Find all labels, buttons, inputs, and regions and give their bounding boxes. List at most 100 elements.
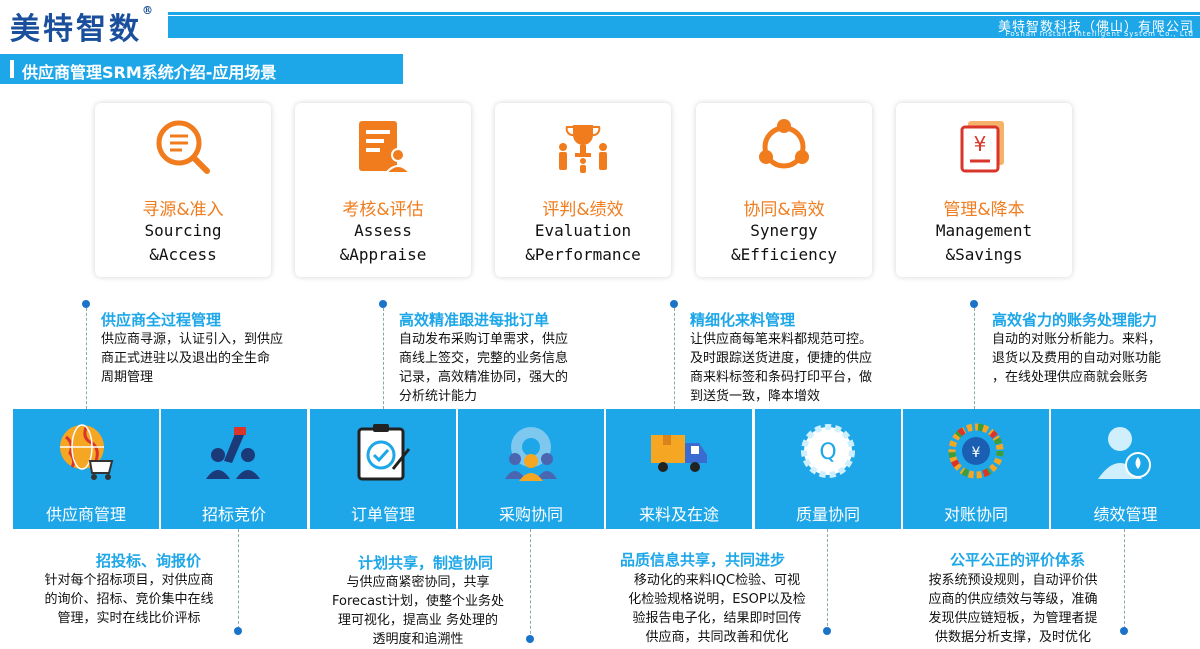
card-subtitle-en: &Efficiency [731,245,837,264]
company-name-en: Foshan Instant Intelligent System Co., L… [1005,30,1194,38]
annotation-line: 商线上签交，完整的业务信息 [399,351,569,366]
annotation-title: 高效精准跟进每批订单 [399,311,550,329]
connector-line [86,308,87,409]
annotation-body: 供应商寻源，认证引入，到供应 商正式进驻以及退出的全生命 周期管理 [101,330,283,387]
module-label: 供应商管理 [45,505,126,524]
annotation-title: 公平公正的评价体系 [950,551,1086,569]
annotation-title: 招投标、询报价 [96,552,202,570]
header-line [168,12,1200,15]
svg-text:¥: ¥ [974,132,987,156]
annotation-line: 理可视化，提高业 务处理的 [337,613,499,628]
annotation-line: Forecast计划，使整个业务处 [331,594,504,609]
annotation-body: 让供应商每笔来料都规范可控。 及时跟踪送货进度，便捷的供应 商来料标签和条码打印… [690,330,872,406]
connector-dot [526,635,534,643]
annotation-line: 按系统预设规则，自动评价供 [928,573,1098,588]
connector-line [1124,529,1125,629]
annotation-line: 退货以及费用的自动对账功能 [992,351,1162,366]
annotation-body: 与供应商紧密协同，共享 Forecast计划，使整个业务处 理可视化，提高业 务… [312,573,524,649]
connector-line [674,308,675,409]
annotation-line: 透明度和追溯性 [372,632,464,647]
annotation-body: 移动化的来料IQC检验、可视 化检验规格说明，ESOP以及检 验报告电子化，结果… [612,571,822,647]
module-bidding[interactable]: 招标竞价 [161,409,307,529]
search-doc-icon [156,120,210,174]
trophy-people-icon [559,125,607,173]
module-label: 绩效管理 [1093,505,1158,524]
card-title-cn: 寻源&准入 [142,200,224,220]
annotation-line: 针对每个招标项目，对供应商 [44,573,214,588]
annotation-line: 商正式进驻以及退出的全生命 [101,351,271,366]
team-gear-icon [505,427,557,481]
module-supplier-management[interactable]: 供应商管理 [13,409,159,529]
annotation-body: 自动发布采购订单需求，供应 商线上签交，完整的业务信息 记录，高效精准协同，强大… [399,330,568,406]
globe-cart-icon [60,424,114,480]
annotation-line: 与供应商紧密协同，共享 [346,575,490,590]
annotation-body: 自动的对账分析能力。来料， 退货以及费用的自动对账功能 ，在线处理供应商就会账务 [992,330,1161,387]
card-title-en: Evaluation [534,221,632,240]
connector-dot [82,300,90,308]
card-subtitle-en: &Appraise [339,245,427,264]
module-quality-collaboration[interactable]: Q 质量协同 [755,409,901,529]
card-title-cn: 评判&绩效 [542,200,624,220]
card-subtitle-en: &Access [149,245,217,264]
connector-dot [970,300,978,308]
brand-name: 美特智数 [10,12,142,47]
yen-document-icon: ¥ [960,121,1004,173]
annotation-line: 管理，实时在线比价评标 [57,611,201,626]
module-label: 质量协同 [795,505,860,524]
delivery-truck-icon [651,435,707,472]
connector-dot [1120,627,1128,635]
annotation-line: 供应商，共同改善和优化 [645,630,789,645]
connector-dot [823,627,831,635]
connector-dot [234,627,242,635]
clipboard-check-icon [357,424,411,481]
module-order-management[interactable]: 订单管理 [310,409,456,529]
annotation-line: 自动的对账分析能力。来料， [992,332,1162,347]
module-purchase-collaboration[interactable]: 采购协同 [458,409,604,529]
connector-line [974,308,975,409]
module-label: 招标竞价 [201,505,266,524]
yen-dial-icon: ¥ [948,423,1004,479]
card-title-en: Assess [354,221,412,240]
annotation-title: 供应商全过程管理 [101,311,222,329]
quality-gear-icon: Q [801,424,855,478]
annotation-line: 到送货一致，降本增效 [690,389,821,404]
annotation-line: 记录，高效精准协同，强大的 [399,370,569,385]
annotation-line: 让供应商每笔来料都规范可控。 [690,332,873,347]
card-title-cn: 协同&高效 [743,200,825,220]
card-sourcing: 寻源&准入 Sourcing &Access [95,103,271,277]
annotation-body: 按系统预设规则，自动评价供 应商的供应绩效与等级，准确 发现供应链短板，为管理者… [908,571,1118,647]
cycle-nodes-icon [759,119,809,169]
module-performance[interactable]: 绩效管理 [1051,409,1200,529]
page-title: 供应商管理SRM系统介绍-应用场景 [22,63,277,82]
annotation-line: 商来料标签和条码打印平台，做 [690,370,873,385]
annotation-line: 的询价、招标、竞价集中在线 [44,592,214,607]
card-evaluation: 评判&绩效 Evaluation &Performance [495,103,671,277]
card-synergy: 协同&高效 Synergy &Efficiency [696,103,872,277]
card-assess: 考核&评估 Assess &Appraise [295,103,471,277]
annotation-line: 分析统计能力 [399,389,478,404]
svg-text:Q: Q [819,440,836,465]
annotation-title: 计划共享，制造协同 [358,554,494,572]
card-subtitle-en: &Performance [525,245,641,264]
document-person-icon [359,121,413,174]
card-title-en: Sourcing [144,221,222,240]
annotation-line: 移动化的来料IQC检验、可视 [633,573,801,588]
annotation-line: 供数据分析支撑，及时优化 [934,630,1091,645]
annotation-line: 自动发布采购订单需求，供应 [399,332,569,347]
annotation-body: 针对每个招标项目，对供应商 的询价、招标、竞价集中在线 管理，实时在线比价评标 [24,571,234,628]
connector-dot [670,300,678,308]
card-title-cn: 考核&评估 [342,200,424,220]
module-reconciliation[interactable]: ¥ 对账协同 [903,409,1049,529]
module-label: 来料及在途 [638,505,719,524]
annotation-line: 供应商寻源，认证引入，到供应 [101,332,284,347]
module-label: 订单管理 [350,505,415,524]
connector-line [827,529,828,631]
card-title-en: Management [935,221,1033,240]
annotation-line: 验报告电子化，结果即时回传 [632,611,802,626]
brand-logo: 美特智数® [10,4,153,48]
annotation-title: 品质信息共享，共同进步 [620,551,786,569]
annotation-title: 精细化来料管理 [690,311,796,329]
annotation-title: 高效省力的账务处理能力 [992,311,1158,329]
module-incoming-transit[interactable]: 来料及在途 [606,409,752,529]
registered-mark: ® [142,4,153,17]
